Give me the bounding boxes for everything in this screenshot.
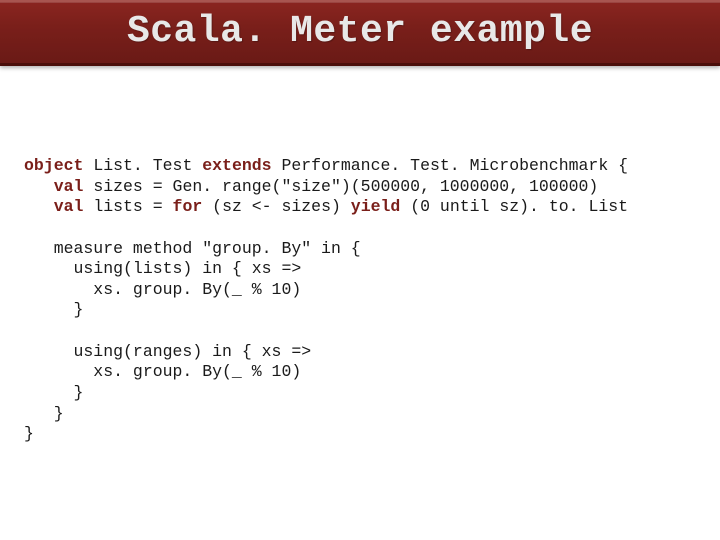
keyword-for: for — [173, 197, 203, 216]
title-bar: Scala. Meter example — [0, 0, 720, 66]
keyword-object: object — [24, 156, 83, 175]
code-text: List. Test — [83, 156, 202, 175]
code-text: Performance. Test. Microbenchmark { — [272, 156, 628, 175]
code-text: using(lists) in { xs => — [24, 259, 301, 278]
code-text: measure method "group. By" in { — [24, 239, 361, 258]
code-text: } — [24, 300, 83, 319]
slide-title: Scala. Meter example — [0, 10, 720, 53]
code-text: xs. group. By(_ % 10) — [24, 362, 301, 381]
code-text: } — [24, 383, 83, 402]
code-text: (sz <- sizes) — [202, 197, 351, 216]
keyword-val: val — [24, 177, 83, 196]
keyword-extends: extends — [202, 156, 271, 175]
keyword-yield: yield — [351, 197, 401, 216]
code-text: sizes = Gen. range("size")(500000, 10000… — [83, 177, 598, 196]
code-text: (0 until sz). to. List — [400, 197, 628, 216]
code-text: lists = — [83, 197, 172, 216]
code-block: object List. Test extends Performance. T… — [0, 66, 720, 465]
code-text: xs. group. By(_ % 10) — [24, 280, 301, 299]
code-text: using(ranges) in { xs => — [24, 342, 311, 361]
keyword-val: val — [24, 197, 83, 216]
code-text: } — [24, 404, 64, 423]
code-text: } — [24, 424, 34, 443]
